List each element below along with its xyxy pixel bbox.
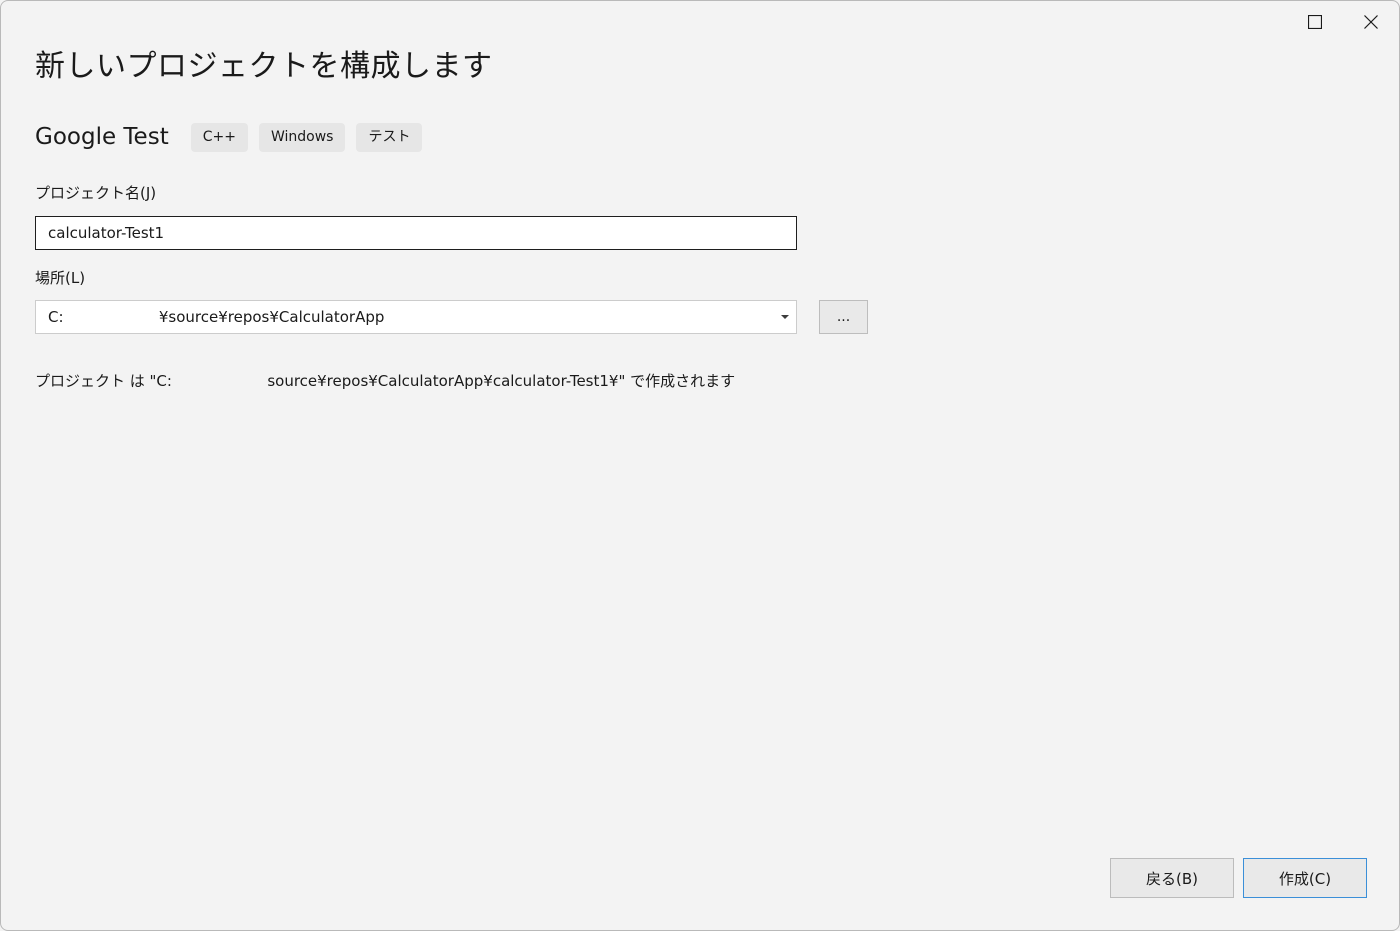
maximize-icon xyxy=(1308,15,1322,29)
caret-down-icon[interactable] xyxy=(774,301,796,333)
back-button[interactable]: 戻る(B) xyxy=(1110,858,1234,898)
close-button[interactable] xyxy=(1343,1,1399,43)
tag-platform: Windows xyxy=(258,122,346,152)
tag-project-type: テスト xyxy=(356,122,423,152)
dialog-window: 新しいプロジェクトを構成します Google Test C++ Windows … xyxy=(0,0,1400,931)
location-label: 場所(L) xyxy=(35,269,86,287)
location-combobox[interactable]: C: ¥source¥repos¥CalculatorApp xyxy=(35,300,797,334)
project-path-note: プロジェクト は "C: source¥repos¥CalculatorApp¥… xyxy=(35,372,736,390)
page-title: 新しいプロジェクトを構成します xyxy=(35,49,493,84)
maximize-button[interactable] xyxy=(1287,1,1343,43)
create-button[interactable]: 作成(C) xyxy=(1243,858,1367,898)
template-name: Google Test xyxy=(35,124,169,150)
template-info: Google Test C++ Windows テスト xyxy=(35,121,433,153)
tag-language: C++ xyxy=(190,122,248,152)
close-icon xyxy=(1364,15,1378,29)
title-bar-controls xyxy=(1287,1,1399,43)
project-name-input[interactable] xyxy=(35,216,797,250)
project-name-label: プロジェクト名(J) xyxy=(35,184,157,202)
location-value: C: ¥source¥repos¥CalculatorApp xyxy=(48,308,385,326)
browse-button[interactable]: ... xyxy=(819,300,868,334)
